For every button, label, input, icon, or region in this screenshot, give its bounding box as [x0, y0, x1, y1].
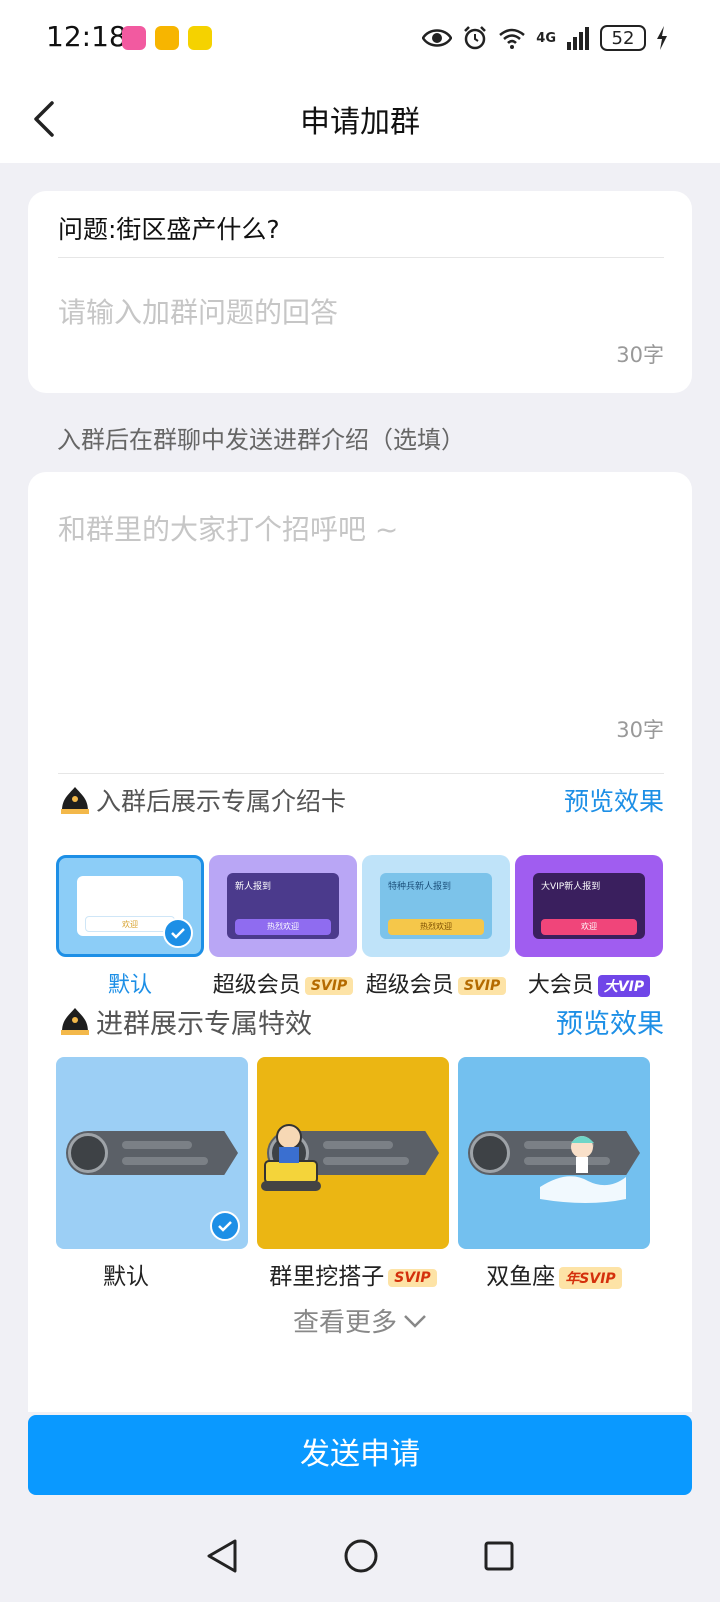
effects-title: 进群展示专属特效 [96, 1008, 312, 1040]
intro-cards-preview-link[interactable]: 预览效果 [564, 782, 664, 818]
question-card: 问题:街区盛产什么? 请输入加群问题的回答 30字 [28, 191, 692, 393]
charging-icon [657, 26, 667, 50]
intro-input[interactable]: 和群里的大家打个招呼吧 ~ [58, 508, 398, 548]
intro-cards-title: 入群后展示专属介绍卡 [96, 787, 347, 816]
back-triangle-icon[interactable] [205, 1538, 239, 1574]
battery-indicator: 52 [600, 25, 646, 51]
intro-card-label-big-vip: 大会员 大VIP [515, 967, 663, 999]
intro-card: 和群里的大家打个招呼吧 ~ 30字 入群后展示专属介绍卡 预览效果 欢迎 默认 … [28, 472, 692, 1412]
selected-check-icon [163, 918, 193, 948]
intro-card-button-preview: 欢迎 [541, 919, 637, 935]
divider [58, 773, 664, 774]
effects-list: 默认 群里挖搭子 SVIP 双鱼座 年SVIP [56, 1057, 692, 1297]
home-circle-icon[interactable] [343, 1538, 379, 1574]
intro-cards-header: 入群后展示专属介绍卡 预览效果 [58, 780, 664, 820]
intro-card-list: 欢迎 默认 新人报到 热烈欢迎 超级会员 SVIP 特种兵新人报到 热烈欢迎 超级… [56, 855, 692, 1005]
intro-card-label-default: 默认 [107, 973, 152, 998]
svip-badge: SVIP [457, 977, 507, 995]
excavator-mascot-icon [261, 1124, 321, 1191]
join-question: 问题:街区盛产什么? [58, 215, 280, 244]
effects-preview-link[interactable]: 预览效果 [556, 1002, 664, 1041]
intro-hint: 入群后在群聊中发送进群介绍（选填） [57, 426, 465, 454]
effect-option-pisces[interactable] [458, 1057, 650, 1249]
intro-card-label-svip-2: 超级会员 SVIP [362, 967, 510, 999]
effect-option-excavator[interactable] [257, 1057, 449, 1249]
effect-banner-preview [66, 1131, 238, 1175]
chevron-down-icon [404, 1314, 426, 1328]
intro-card-label-svip-1: 超级会员 SVIP [209, 967, 357, 999]
intro-card-top-text: 新人报到 [235, 882, 272, 892]
answer-input[interactable]: 请输入加群问题的回答 [58, 291, 338, 331]
status-indicators: 4G 52 [422, 20, 668, 56]
network-type: 4G [536, 30, 556, 46]
status-bar: 12:18 4G 52 [0, 0, 720, 75]
effects-header: 进群展示专属特效 预览效果 [58, 1001, 664, 1041]
svip-badge: SVIP [388, 1268, 437, 1287]
app-notification-icon [122, 26, 146, 50]
wifi-icon [499, 28, 526, 49]
divider [58, 257, 664, 258]
see-more-button[interactable]: 查看更多 [28, 1302, 692, 1339]
battery-level: 52 [611, 27, 635, 49]
status-time: 12:18 [46, 20, 127, 53]
navbar: 申请加群 [0, 75, 720, 163]
system-navigation-bar [0, 1510, 720, 1602]
intro-card-option-big-vip[interactable]: 大VIP新人报到 欢迎 [515, 855, 663, 957]
intro-card-button-preview: 热烈欢迎 [388, 919, 484, 935]
recents-square-icon[interactable] [483, 1540, 515, 1572]
signal-icon [567, 27, 589, 50]
pisces-mascot-icon [540, 1136, 626, 1203]
selected-check-icon [210, 1211, 240, 1241]
crown-icon [61, 787, 89, 814]
crown-icon [61, 1008, 89, 1035]
notification-icons [122, 26, 212, 50]
year-svip-badge: 年SVIP [559, 1266, 622, 1289]
effect-option-default[interactable] [56, 1057, 248, 1249]
big-vip-badge: 大VIP [597, 975, 651, 997]
intro-char-limit: 30字 [616, 718, 664, 742]
intro-card-option-svip-2[interactable]: 特种兵新人报到 热烈欢迎 [362, 855, 510, 957]
page-title: 申请加群 [300, 105, 420, 140]
app-notification-icon [188, 26, 212, 50]
send-request-button[interactable]: 发送申请 [28, 1415, 692, 1495]
answer-char-limit: 30字 [616, 343, 664, 367]
intro-card-option-svip-1[interactable]: 新人报到 热烈欢迎 [209, 855, 357, 957]
app-notification-icon [155, 26, 179, 50]
intro-card-button-preview: 欢迎 [85, 916, 175, 932]
effect-label-excavator: 群里挖搭子 SVIP [257, 1257, 449, 1291]
intro-card-top-text: 大VIP新人报到 [541, 882, 601, 892]
eye-icon [422, 29, 453, 47]
svip-badge: SVIP [304, 977, 354, 995]
intro-card-button-preview: 热烈欢迎 [235, 919, 331, 935]
intro-card-top-text: 特种兵新人报到 [388, 882, 452, 892]
alarm-icon [464, 26, 487, 50]
effect-label-pisces: 双鱼座 年SVIP [458, 1257, 650, 1291]
effect-label-default: 默认 [103, 1264, 149, 1290]
see-more-label: 查看更多 [292, 1308, 397, 1338]
intro-card-option-default[interactable]: 欢迎 [56, 855, 204, 957]
